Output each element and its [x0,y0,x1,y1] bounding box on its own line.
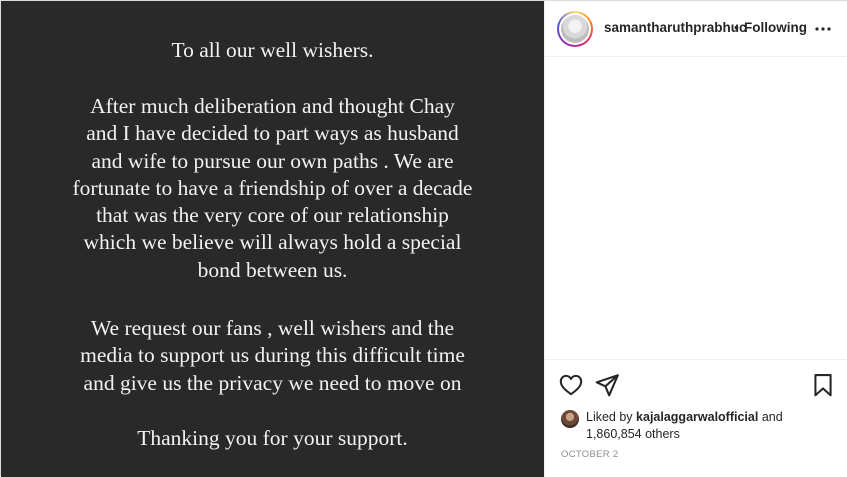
statement-paragraph-1: After much deliberation and thought Chay… [72,94,473,282]
liker-username-link[interactable]: kajalaggarwalofficial [636,410,758,424]
following-button[interactable]: Following [744,20,807,35]
post-window: To all our well wishers. After much deli… [0,0,847,477]
avatar[interactable] [557,11,593,47]
separator-dot: • [734,19,739,35]
liker-avatar[interactable] [561,410,579,428]
post-sidebar: samantharuthprabhuc • Following Liked by… [544,1,847,477]
likes-count-link[interactable]: 1,860,854 others [586,427,680,441]
post-image[interactable]: To all our well wishers. After much deli… [1,1,544,477]
avatar-image [561,15,589,43]
likes-connector: and [761,410,783,424]
statement-greeting: To all our well wishers. [171,38,374,62]
comments-area [545,58,847,358]
post-header: samantharuthprabhuc • Following [545,1,847,57]
liked-by-label: Liked by [586,410,633,424]
action-bar [545,359,847,407]
statement-paragraph-2: We request our fans , well wishers and t… [80,316,465,395]
more-horizontal-icon[interactable] [811,17,835,41]
heart-icon[interactable] [558,372,584,398]
statement-closing: Thanking you for your support. [137,426,408,450]
send-icon[interactable] [594,372,620,398]
username-link[interactable]: samantharuthprabhuc [604,20,747,35]
bookmark-icon[interactable] [810,372,836,398]
post-timestamp[interactable]: OCTOBER 2 [561,449,618,460]
